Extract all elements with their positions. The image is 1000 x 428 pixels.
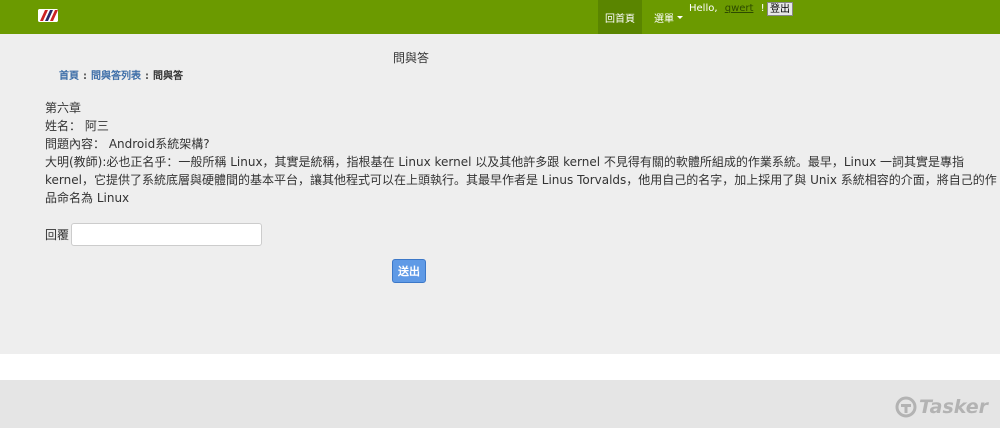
asker-name: 姓名： 阿三: [45, 119, 109, 133]
breadcrumb-current: 問與答: [153, 71, 183, 82]
question-detail: 第六章 姓名： 阿三 問題內容： Android系統架構? 大明(教師):必也正…: [45, 99, 1000, 207]
logout-button[interactable]: 登出: [767, 2, 793, 16]
tasker-watermark: Tasker: [895, 396, 988, 418]
breadcrumb-separator: :: [83, 71, 87, 82]
reply-label: 回覆: [45, 228, 70, 242]
username-link[interactable]: qwert: [725, 3, 754, 14]
question-content: 問題內容： Android系統架構?: [45, 137, 210, 151]
caret-down-icon: [677, 16, 683, 19]
greeting-prefix: Hello,: [689, 3, 718, 14]
user-greeting: Hello, qwert !: [689, 3, 765, 14]
page-title: 問與答: [392, 51, 429, 65]
watermark-text: Tasker: [918, 396, 988, 418]
breadcrumb-qa-list-link[interactable]: 問與答列表: [91, 71, 141, 82]
chapter-text: 第六章: [45, 101, 82, 115]
nav-menu-label: 選單: [654, 13, 674, 25]
tasker-logo-icon: [895, 396, 917, 418]
site-logo[interactable]: [38, 9, 58, 22]
breadcrumb: 首頁: 問與答列表: 問與答: [59, 67, 183, 82]
footer: Tasker: [0, 380, 1000, 428]
main-content: 問與答 首頁: 問與答列表: 問與答 第六章 姓名： 阿三 問題內容： Androi…: [0, 34, 1000, 354]
greeting-suffix: !: [760, 3, 765, 14]
send-button[interactable]: 送出: [392, 259, 426, 283]
breadcrumb-home-link[interactable]: 首頁: [59, 71, 79, 82]
reply-form-row: 回覆: [45, 223, 263, 246]
teacher-answer: 大明(教師):必也正名乎：一般所稱 Linux，其實是統稱，指根基在 Linux…: [45, 155, 997, 205]
reply-input[interactable]: [71, 223, 263, 246]
top-navbar: 回首頁 選單 Hello, qwert ! 登出: [0, 0, 1000, 34]
nav-home-link[interactable]: 回首頁: [598, 0, 642, 34]
breadcrumb-separator: :: [145, 71, 149, 82]
nav-menu-dropdown[interactable]: 選單: [654, 0, 683, 34]
